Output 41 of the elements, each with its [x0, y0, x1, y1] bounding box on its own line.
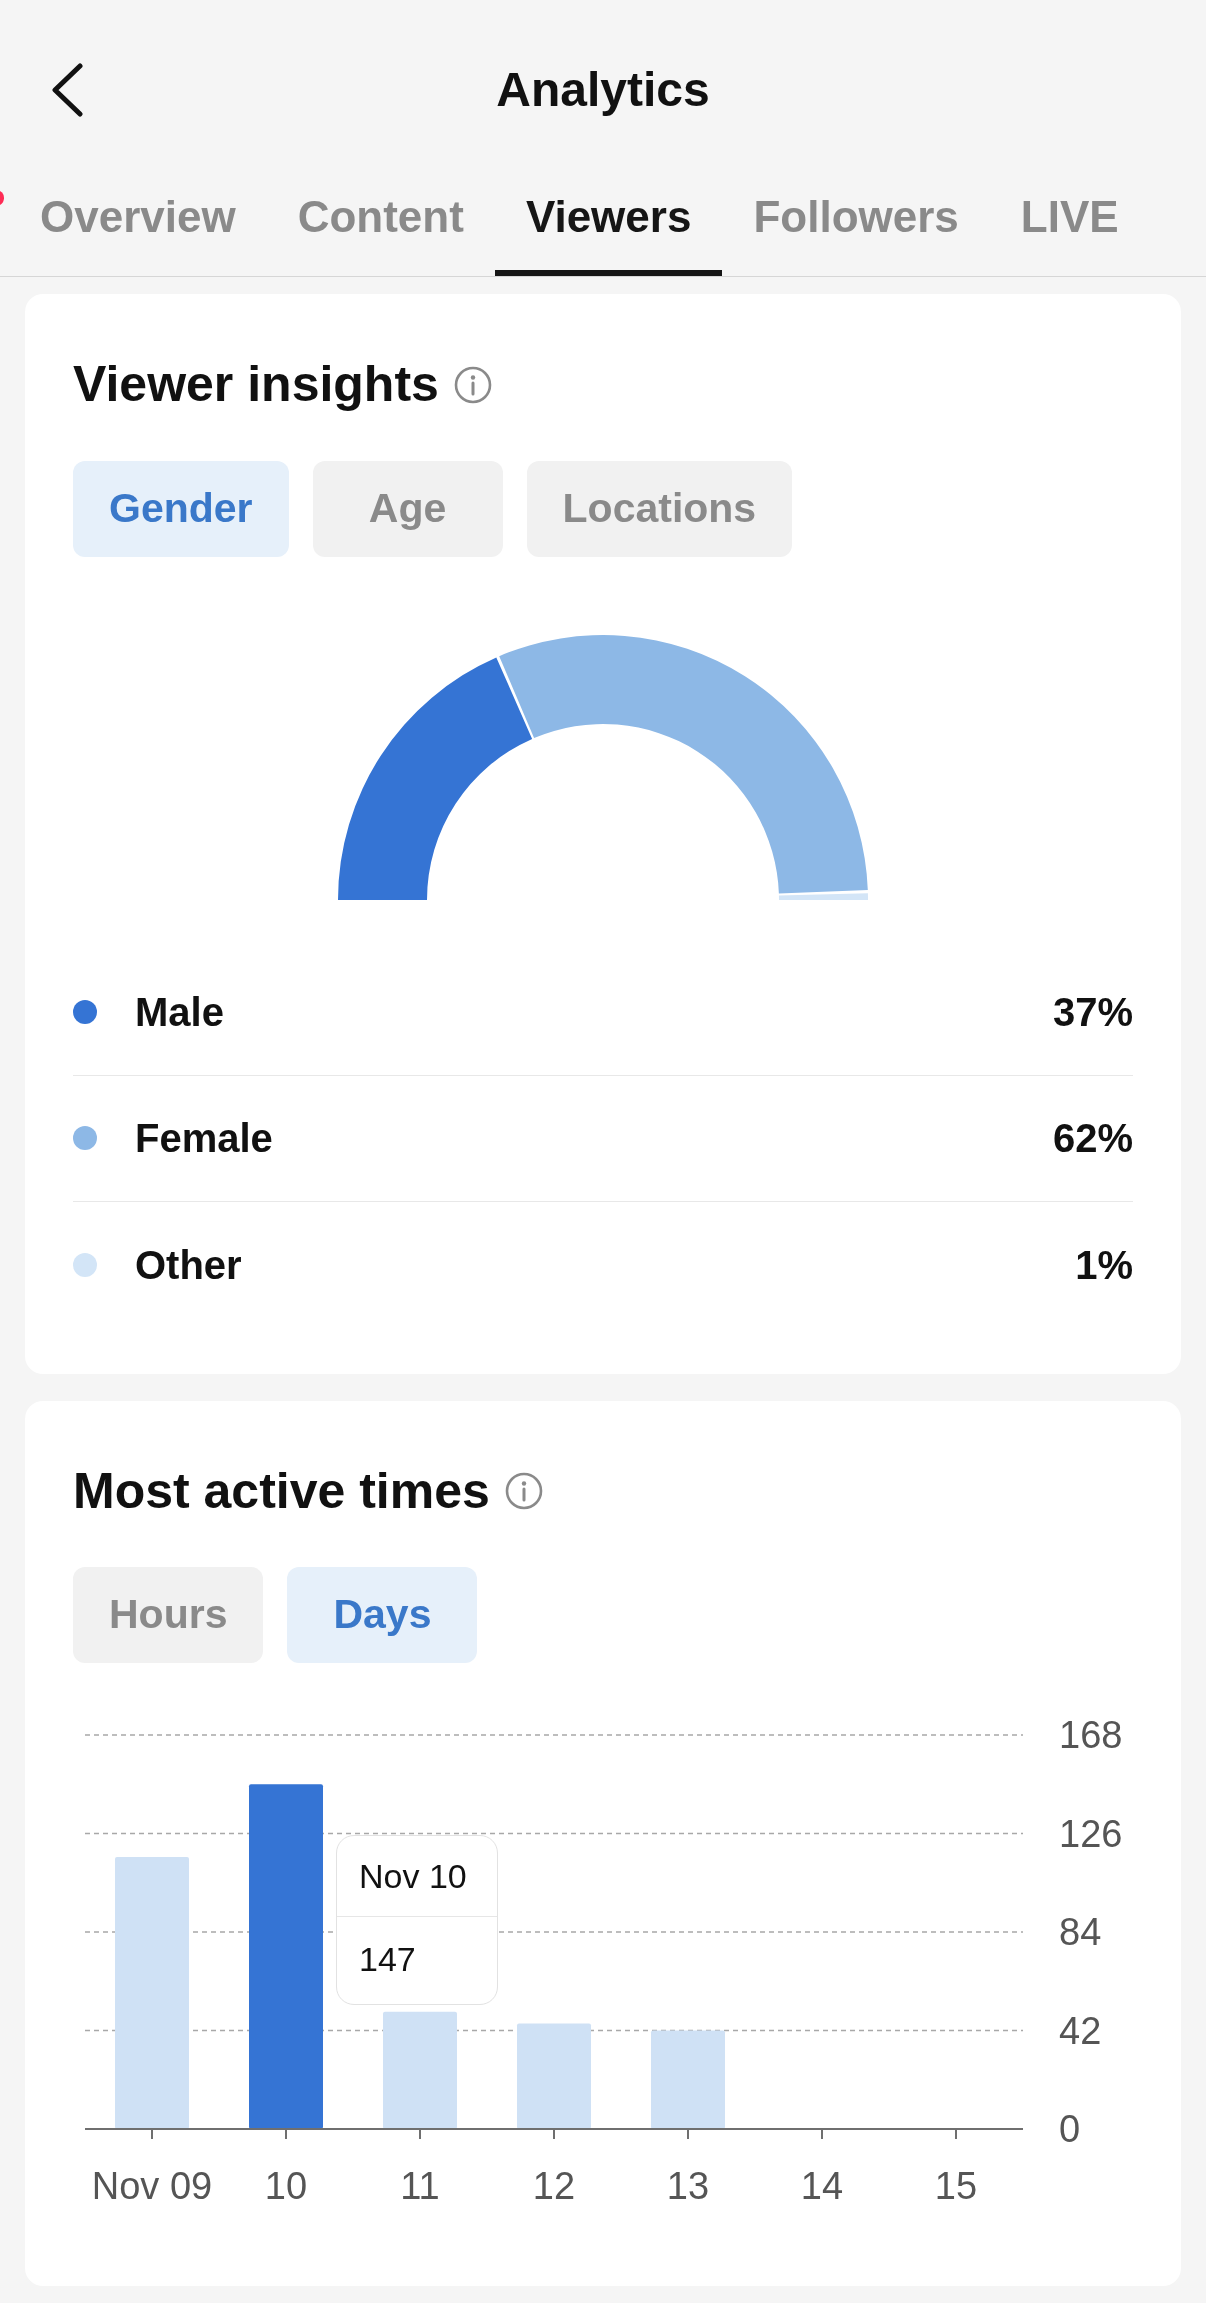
- tab[interactable]: Content: [266, 170, 495, 276]
- y-axis-label: 42: [1059, 2009, 1102, 2052]
- legend-value: 37%: [1052, 989, 1133, 1036]
- bar[interactable]: [383, 2011, 457, 2129]
- tooltip-date: Nov 10: [337, 1836, 497, 1918]
- y-axis-label: 84: [1059, 1911, 1102, 1953]
- info-icon[interactable]: [504, 1472, 543, 1511]
- back-icon: [50, 63, 84, 117]
- filter-chip[interactable]: Age: [312, 460, 503, 557]
- legend-label: Male: [135, 989, 224, 1036]
- y-axis-label: 0: [1059, 2108, 1081, 2150]
- bar[interactable]: [249, 1784, 323, 2129]
- x-axis-label: 14: [800, 2165, 844, 2207]
- tab[interactable]: Overview: [9, 170, 267, 276]
- tab[interactable]: Followers: [722, 170, 990, 276]
- filter-chip[interactable]: Days: [287, 1567, 478, 1663]
- section-title: Viewer insights: [73, 356, 439, 414]
- section-title: Most active times: [73, 1462, 490, 1520]
- tooltip-value: 147: [358, 1939, 417, 1981]
- x-axis-label: 11: [400, 2165, 440, 2207]
- x-axis-label: 10: [264, 2165, 308, 2207]
- legend-label: Female: [135, 1115, 273, 1162]
- x-axis-label: 13: [666, 2165, 710, 2207]
- x-axis-label: 12: [532, 2165, 576, 2207]
- legend-value: 62%: [1052, 1115, 1133, 1162]
- y-axis-label: 168: [1059, 1714, 1123, 1756]
- filter-chip[interactable]: Locations: [526, 460, 793, 557]
- bar[interactable]: [115, 1856, 189, 2129]
- bar[interactable]: [651, 2030, 725, 2129]
- bar[interactable]: [517, 2023, 591, 2129]
- legend-value: 1%: [1075, 1241, 1133, 1289]
- filter-chip[interactable]: Gender: [73, 460, 289, 557]
- x-axis-label: Nov 09: [91, 2165, 213, 2207]
- tab[interactable]: LIVE: [989, 170, 1150, 276]
- info-icon[interactable]: [453, 365, 492, 404]
- page-title: Analytics: [496, 62, 710, 119]
- tab[interactable]: Viewers: [494, 170, 723, 276]
- y-axis-label: 126: [1059, 1812, 1123, 1855]
- legend-label: Other: [135, 1241, 242, 1289]
- filter-chip[interactable]: Hours: [73, 1567, 264, 1663]
- x-axis-label: 15: [934, 2165, 978, 2207]
